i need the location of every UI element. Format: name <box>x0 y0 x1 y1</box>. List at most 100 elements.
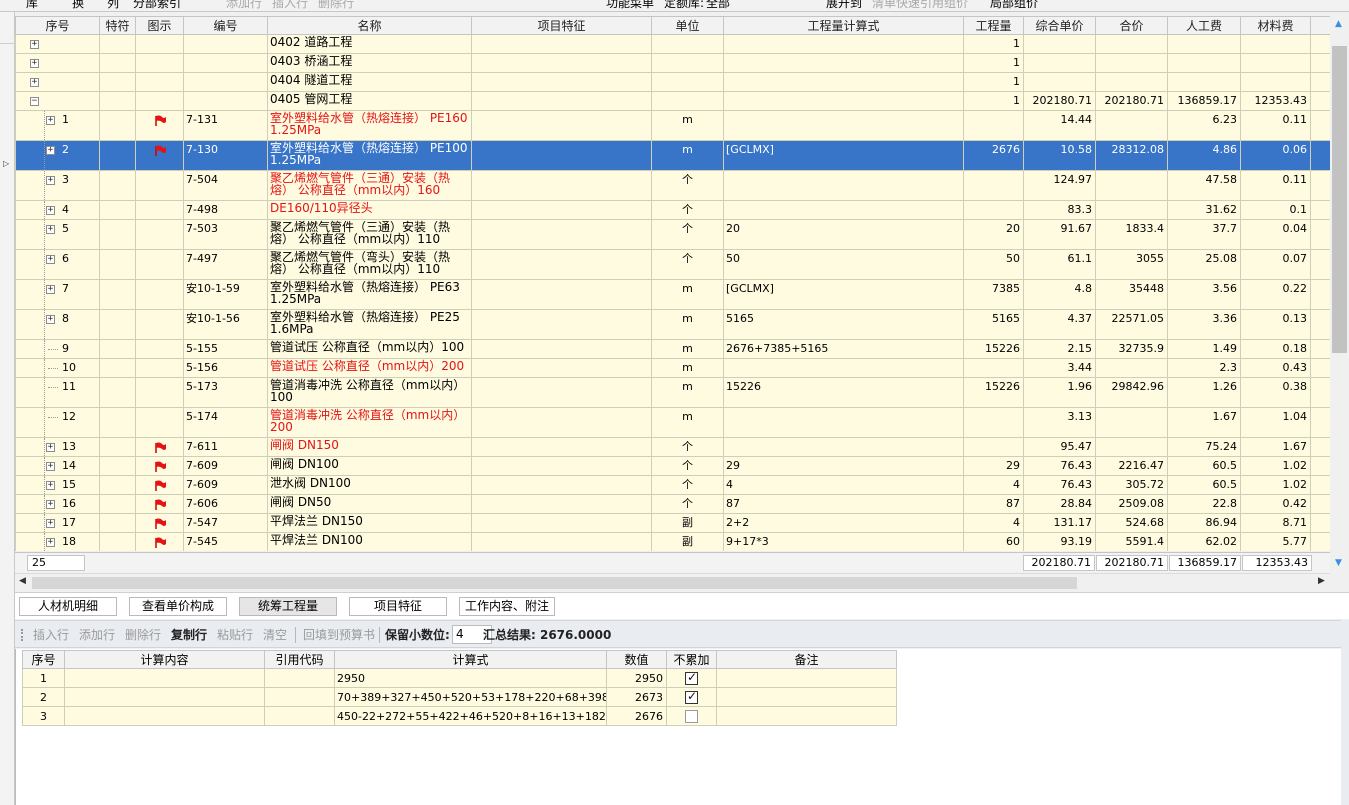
total-price-cell[interactable]: 1833.4 <box>1095 219 1168 250</box>
quantity-cell[interactable]: 29 <box>963 456 1024 476</box>
name-cell[interactable]: 管道试压 公称直径（mm以内）100 <box>267 339 472 359</box>
table-row[interactable]: +2 7-130 室外塑料给水管（热熔连接） PE100 1.25MPa m [GCLM… <box>15 140 1330 171</box>
column-header[interactable]: 材料费 <box>1240 16 1311 35</box>
expression-cell[interactable] <box>723 34 964 54</box>
expand-icon[interactable]: + <box>46 538 55 547</box>
detail-formula[interactable]: 70+389+327+450+520+53+178+220+68+398 <box>334 687 607 707</box>
name-cell[interactable]: 平焊法兰 DN100 <box>267 532 472 551</box>
code-cell[interactable]: 7-611 <box>183 437 268 457</box>
labor-cost-cell[interactable]: 3.36 <box>1167 309 1241 340</box>
no-accumulate-checkbox[interactable] <box>685 670 698 685</box>
code-cell[interactable]: 7-606 <box>183 494 268 514</box>
unit-price-cell[interactable] <box>1023 72 1096 92</box>
labor-cost-cell[interactable]: 86.94 <box>1167 513 1241 533</box>
feature-cell[interactable] <box>471 110 652 141</box>
table-row[interactable]: 11 5-173 管道消毒冲洗 公称直径（mm以内）100 m 15226 15226 1.… <box>15 377 1330 408</box>
unit-price-cell[interactable]: 61.1 <box>1023 249 1096 280</box>
total-price-cell[interactable]: 22571.05 <box>1095 309 1168 340</box>
feature-cell[interactable] <box>471 532 652 551</box>
expression-cell[interactable] <box>723 437 964 457</box>
labor-cost-cell[interactable]: 2.3 <box>1167 358 1241 378</box>
expand-icon[interactable]: + <box>46 146 55 155</box>
material-cost-cell[interactable] <box>1240 34 1311 54</box>
detail-ref-code[interactable] <box>264 668 335 688</box>
total-price-cell[interactable] <box>1095 53 1168 73</box>
labor-cost-cell[interactable] <box>1167 34 1241 54</box>
unit-cell[interactable]: 个 <box>651 494 724 514</box>
unit-cell[interactable] <box>651 53 724 73</box>
unit-price-cell[interactable]: 202180.71 <box>1023 91 1096 111</box>
detail-note[interactable] <box>716 706 897 726</box>
column-header[interactable]: 工程量计算式 <box>723 16 964 35</box>
code-cell[interactable]: 7-609 <box>183 456 268 476</box>
labor-cost-cell[interactable]: 3.56 <box>1167 279 1241 310</box>
expand-icon[interactable]: + <box>46 443 55 452</box>
material-cost-cell[interactable]: 5.77 <box>1240 532 1311 551</box>
labor-cost-cell[interactable]: 37.7 <box>1167 219 1241 250</box>
toolbar-item[interactable]: 库 <box>26 0 38 11</box>
unit-cell[interactable] <box>651 72 724 92</box>
detail-note[interactable] <box>716 687 897 707</box>
code-cell[interactable]: 7-498 <box>183 200 268 220</box>
expression-cell[interactable]: [GCLMX] <box>723 140 964 171</box>
name-cell[interactable]: 聚乙烯燃气管件（弯头）安装（热熔） 公称直径（mm以内）110 <box>267 249 472 280</box>
detail-note[interactable] <box>716 668 897 688</box>
material-cost-cell[interactable]: 0.11 <box>1240 110 1311 141</box>
code-cell[interactable]: 5-156 <box>183 358 268 378</box>
unit-price-cell[interactable]: 131.17 <box>1023 513 1096 533</box>
expand-icon[interactable]: + <box>46 315 55 324</box>
detail-column-header[interactable]: 引用代码 <box>264 650 335 669</box>
expand-icon[interactable]: + <box>46 176 55 185</box>
labor-cost-cell[interactable]: 25.08 <box>1167 249 1241 280</box>
column-header[interactable]: 名称 <box>267 16 472 35</box>
expression-cell[interactable] <box>723 200 964 220</box>
name-cell[interactable]: 0402 道路工程 <box>267 34 472 54</box>
detail-formula[interactable]: 450-22+272+55+422+46+520+8+16+13+182+235… <box>334 706 607 726</box>
unit-cell[interactable]: m <box>651 407 724 438</box>
table-row[interactable]: 12 5-174 管道消毒冲洗 公称直径（mm以内）200 m 3.13 1.67 1.04 <box>15 407 1330 438</box>
material-cost-cell[interactable]: 1.02 <box>1240 456 1311 476</box>
detail-value[interactable]: 2676 <box>606 706 667 726</box>
table-row[interactable]: +13 7-611 闸阀 DN150 个 95.47 75.24 1.67 <box>15 437 1330 457</box>
feature-cell[interactable] <box>471 475 652 495</box>
column-header[interactable]: 综合单价 <box>1023 16 1096 35</box>
add-row-button[interactable]: 添加行 <box>79 628 115 642</box>
detail-column-header[interactable]: 计算内容 <box>64 650 265 669</box>
column-header[interactable]: 工程量 <box>963 16 1024 35</box>
labor-cost-cell[interactable] <box>1167 53 1241 73</box>
code-cell[interactable]: 7-545 <box>183 532 268 551</box>
name-cell[interactable]: 0405 管网工程 <box>267 91 472 111</box>
code-cell[interactable] <box>183 53 268 73</box>
total-price-cell[interactable]: 35448 <box>1095 279 1168 310</box>
tab-1[interactable]: 查看单价构成 <box>129 597 227 616</box>
name-cell[interactable]: DE160/110异径头 <box>267 200 472 220</box>
toolbar-item[interactable]: 分部索引 <box>133 0 181 11</box>
labor-cost-cell[interactable]: 60.5 <box>1167 456 1241 476</box>
total-price-cell[interactable]: 202180.71 <box>1095 91 1168 111</box>
unit-cell[interactable]: 个 <box>651 200 724 220</box>
total-price-cell[interactable]: 2216.47 <box>1095 456 1168 476</box>
material-cost-cell[interactable]: 0.42 <box>1240 494 1311 514</box>
column-header[interactable]: 人工费 <box>1167 16 1241 35</box>
name-cell[interactable]: 0403 桥涵工程 <box>267 53 472 73</box>
labor-cost-cell[interactable]: 136859.17 <box>1167 91 1241 111</box>
code-cell[interactable]: 7-503 <box>183 219 268 250</box>
name-cell[interactable]: 室外塑料给水管（热熔连接） PE25 1.6MPa <box>267 309 472 340</box>
expression-cell[interactable]: 15226 <box>723 377 964 408</box>
total-price-cell[interactable]: 3055 <box>1095 249 1168 280</box>
unit-price-cell[interactable]: 95.47 <box>1023 437 1096 457</box>
labor-cost-cell[interactable]: 6.23 <box>1167 110 1241 141</box>
unit-cell[interactable]: 个 <box>651 170 724 201</box>
unit-cell[interactable]: m <box>651 339 724 359</box>
unit-cell[interactable] <box>651 91 724 111</box>
name-cell[interactable]: 室外塑料给水管（热熔连接） PE160 1.25MPa <box>267 110 472 141</box>
detail-row[interactable]: 1 2950 2950 <box>22 668 897 688</box>
name-cell[interactable]: 管道试压 公称直径（mm以内）200 <box>267 358 472 378</box>
toolbar-item[interactable]: 展开到 <box>826 0 862 11</box>
quantity-cell[interactable]: 20 <box>963 219 1024 250</box>
expression-cell[interactable]: 29 <box>723 456 964 476</box>
quantity-cell[interactable]: 2676 <box>963 140 1024 171</box>
table-row[interactable]: +18 7-545 平焊法兰 DN100 副 9+17*3 60 93.19 5591.4 62… <box>15 532 1330 551</box>
scroll-up-icon[interactable]: ▲ <box>1335 19 1342 29</box>
unit-price-cell[interactable] <box>1023 53 1096 73</box>
